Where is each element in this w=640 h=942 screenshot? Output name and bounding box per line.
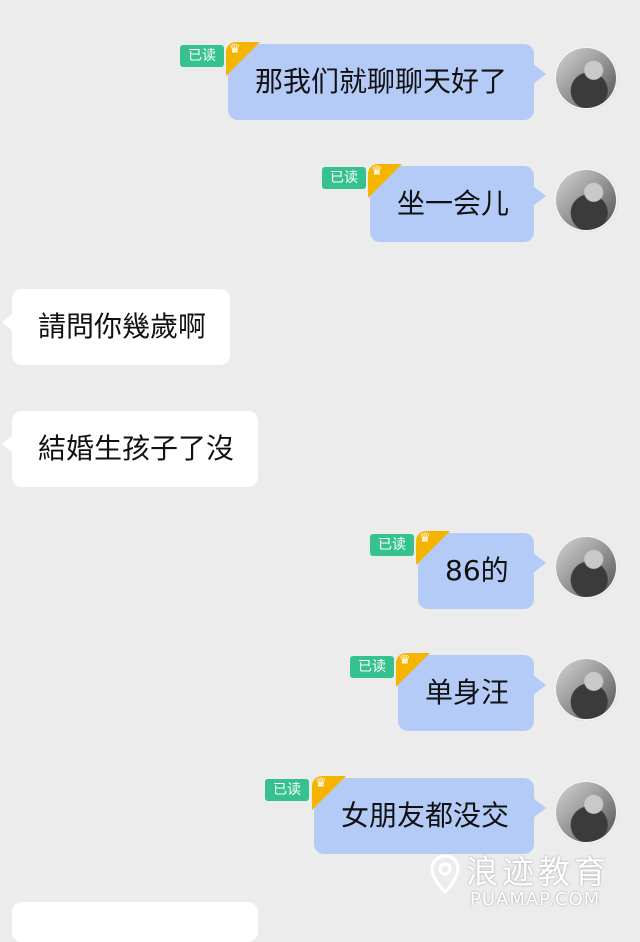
message-text: 結婚生孩子了沒 bbox=[38, 432, 235, 465]
message-text: 坐一会儿 bbox=[397, 187, 510, 220]
message-text: 那我们就聊聊天好了 bbox=[255, 65, 508, 98]
chat-area: 已读 ♛ 那我们就聊聊天好了 已读 ♛ 坐一会儿 請問你幾歲啊 結婚生孩子了沒 … bbox=[0, 0, 640, 942]
crown-icon: ♛ bbox=[368, 164, 402, 198]
read-badge: 已读 bbox=[370, 534, 414, 556]
message-text: 請問你幾歲啊 bbox=[38, 310, 207, 343]
message-bubble-incoming-partial[interactable] bbox=[12, 902, 258, 942]
avatar[interactable] bbox=[554, 535, 618, 599]
read-badge: 已读 bbox=[350, 656, 394, 678]
message-text: 86的 bbox=[445, 554, 509, 587]
location-pin-icon bbox=[430, 854, 460, 894]
watermark-text: 浪迹教育 bbox=[466, 853, 611, 891]
crown-icon: ♛ bbox=[312, 776, 346, 810]
read-badge: 已读 bbox=[180, 45, 224, 67]
message-bubble-outgoing[interactable]: ♛ 那我们就聊聊天好了 bbox=[226, 42, 546, 120]
message-bubble-outgoing[interactable]: ♛ 坐一会儿 bbox=[368, 164, 546, 242]
crown-icon: ♛ bbox=[416, 531, 450, 565]
avatar[interactable] bbox=[554, 46, 618, 110]
avatar[interactable] bbox=[554, 168, 618, 232]
message-bubble-incoming[interactable]: 請問你幾歲啊 bbox=[2, 289, 230, 365]
avatar[interactable] bbox=[554, 657, 618, 721]
message-bubble-outgoing[interactable]: ♛ 单身汪 bbox=[396, 653, 546, 731]
crown-icon: ♛ bbox=[226, 42, 260, 76]
avatar[interactable] bbox=[554, 780, 618, 844]
read-badge: 已读 bbox=[265, 779, 309, 801]
watermark-url: PUAMAP.COM bbox=[470, 889, 601, 910]
message-text: 单身汪 bbox=[425, 676, 510, 709]
message-bubble-outgoing[interactable]: ♛ 女朋友都没交 bbox=[312, 776, 546, 854]
watermark-logo: 浪迹教育 PUAMAP.COM bbox=[430, 852, 630, 912]
message-bubble-incoming[interactable]: 結婚生孩子了沒 bbox=[2, 411, 258, 487]
message-text: 女朋友都没交 bbox=[341, 799, 510, 832]
read-badge: 已读 bbox=[322, 167, 366, 189]
message-bubble-outgoing[interactable]: ♛ 86的 bbox=[416, 531, 546, 609]
crown-icon: ♛ bbox=[396, 653, 430, 687]
